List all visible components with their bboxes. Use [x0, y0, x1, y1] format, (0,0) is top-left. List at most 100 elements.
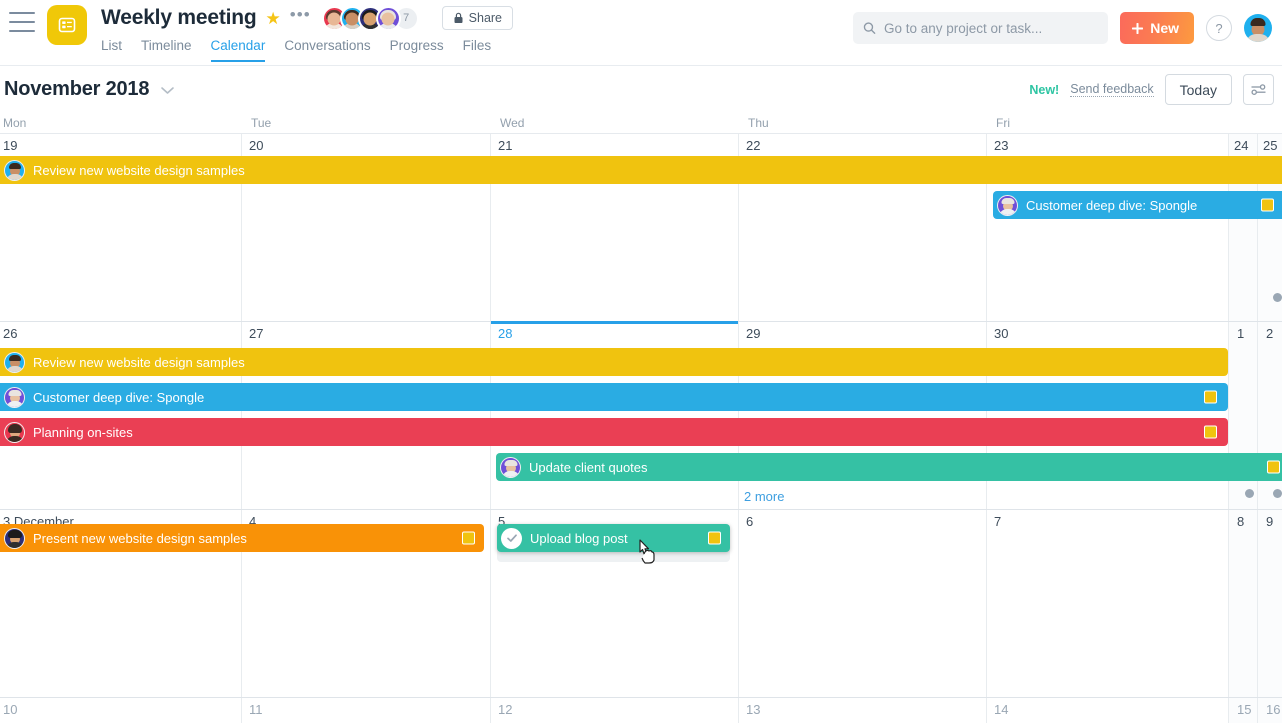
date-number: 12 — [498, 702, 512, 717]
weekday-fri: Fri — [996, 116, 1010, 130]
date-number: 1 — [1237, 326, 1244, 341]
calendar-event[interactable]: Customer deep dive: Spongle — [0, 383, 1228, 411]
day-cell[interactable]: 12 — [490, 698, 738, 723]
date-number: 28 — [498, 326, 512, 341]
day-cell[interactable]: 13 — [738, 698, 986, 723]
calendar-event[interactable]: Planning on-sites — [0, 418, 1228, 446]
member-avatars[interactable]: 7 — [322, 6, 419, 31]
question-icon[interactable]: ? — [1206, 15, 1232, 41]
hamburger-icon[interactable] — [9, 12, 35, 32]
event-badge — [708, 532, 721, 545]
plus-icon — [1131, 22, 1144, 35]
date-number: 22 — [746, 138, 760, 153]
date-number: 11 — [249, 702, 263, 717]
sliders-icon[interactable] — [1243, 74, 1274, 105]
day-cell[interactable]: 6 — [738, 510, 986, 697]
avatar — [4, 387, 25, 408]
calendar-grid: 19 20 21 22 23 24 25 Review new website … — [0, 134, 1282, 723]
chevron-down-icon[interactable] — [160, 85, 175, 95]
date-number: 23 — [994, 138, 1008, 153]
search-input[interactable] — [884, 21, 1098, 36]
month-title: November 2018 — [4, 78, 149, 101]
avatar — [4, 160, 25, 181]
day-cell[interactable]: 10 — [0, 698, 241, 723]
tab-calendar[interactable]: Calendar — [211, 38, 266, 62]
send-feedback-link[interactable]: Send feedback — [1070, 82, 1153, 97]
date-number: 24 — [1234, 138, 1248, 153]
new-feature-tag: New! — [1029, 83, 1059, 97]
date-number: 9 — [1266, 514, 1273, 529]
day-cell-weekend[interactable]: 8 — [1228, 510, 1257, 697]
date-number: 2 — [1266, 326, 1273, 341]
avatar — [4, 422, 25, 443]
day-cell-weekend[interactable]: 9 — [1257, 510, 1282, 697]
day-cell[interactable]: 7 — [986, 510, 1228, 697]
weekday-mon: Mon — [3, 116, 26, 130]
calendar-week-row: 10 11 12 13 14 15 16 — [0, 698, 1282, 723]
calendar-event[interactable]: Upload blog post — [497, 524, 730, 552]
search-icon — [863, 21, 876, 35]
user-avatar[interactable] — [1244, 14, 1272, 42]
event-title: Review new website design samples — [33, 163, 245, 178]
date-number: 27 — [249, 326, 263, 341]
tab-files[interactable]: Files — [463, 38, 492, 62]
date-number: 13 — [746, 702, 760, 717]
date-number: 26 — [3, 326, 17, 341]
tab-list[interactable]: List — [101, 38, 122, 62]
avatar — [4, 352, 25, 373]
event-badge — [1267, 461, 1280, 474]
weekday-thu: Thu — [748, 116, 769, 130]
tab-conversations[interactable]: Conversations — [284, 38, 370, 62]
day-cell[interactable]: 14 — [986, 698, 1228, 723]
avatar[interactable] — [376, 6, 401, 31]
calendar-event[interactable]: Update client quotes — [496, 453, 1282, 481]
calendar-week-row: 3 December 4 5 6 7 8 9 Present new websi… — [0, 510, 1282, 698]
event-badge — [1204, 391, 1217, 404]
date-number: 16 — [1266, 702, 1280, 717]
date-number: 7 — [994, 514, 1001, 529]
calendar-event[interactable]: Review new website design samples — [0, 348, 1228, 376]
weekend-dot — [1273, 489, 1282, 498]
weekday-header: Mon Tue Wed Thu Fri — [0, 113, 1282, 134]
new-button[interactable]: New — [1120, 12, 1194, 44]
avatar — [500, 457, 521, 478]
weekend-dot — [1245, 489, 1254, 498]
day-cell-weekend[interactable]: 15 — [1228, 698, 1257, 723]
avatar — [4, 528, 25, 549]
event-badge — [1261, 199, 1274, 212]
ellipsis-icon[interactable]: ••• — [290, 11, 311, 25]
calendar-event[interactable]: Review new website design samples — [0, 156, 1282, 184]
tab-progress[interactable]: Progress — [390, 38, 444, 62]
global-search[interactable] — [853, 12, 1108, 44]
avatar — [997, 195, 1018, 216]
event-title: Planning on-sites — [33, 425, 133, 440]
weekday-wed: Wed — [500, 116, 524, 130]
tab-timeline[interactable]: Timeline — [141, 38, 192, 62]
date-number: 25 — [1263, 138, 1277, 153]
more-events-link[interactable]: 2 more — [744, 489, 784, 504]
date-number: 20 — [249, 138, 263, 153]
board-icon — [47, 5, 87, 45]
calendar-event[interactable]: Customer deep dive: Spongle — [993, 191, 1282, 219]
app-header: Weekly meeting ★ ••• — [0, 0, 1282, 66]
today-button[interactable]: Today — [1165, 74, 1232, 105]
event-title: Update client quotes — [529, 460, 648, 475]
star-icon[interactable]: ★ — [266, 10, 281, 27]
event-title: Upload blog post — [530, 531, 628, 546]
date-number: 21 — [498, 138, 512, 153]
calendar-week-row: 19 20 21 22 23 24 25 Review new website … — [0, 134, 1282, 322]
view-tabs: List Timeline Calendar Conversations Pro… — [101, 38, 513, 62]
event-badge — [1204, 426, 1217, 439]
date-number: 15 — [1237, 702, 1251, 717]
day-cell[interactable]: 11 — [241, 698, 490, 723]
day-cell-weekend[interactable]: 16 — [1257, 698, 1282, 723]
date-number: 19 — [3, 138, 17, 153]
date-number: 10 — [3, 702, 17, 717]
event-title: Present new website design samples — [33, 531, 247, 546]
share-button[interactable]: Share — [442, 6, 513, 30]
date-number: 30 — [994, 326, 1008, 341]
calendar-event[interactable]: Present new website design samples — [0, 524, 484, 552]
calendar-toolbar: November 2018 New! Send feedback Today — [0, 66, 1282, 113]
date-number: 14 — [994, 702, 1008, 717]
event-title: Review new website design samples — [33, 355, 245, 370]
